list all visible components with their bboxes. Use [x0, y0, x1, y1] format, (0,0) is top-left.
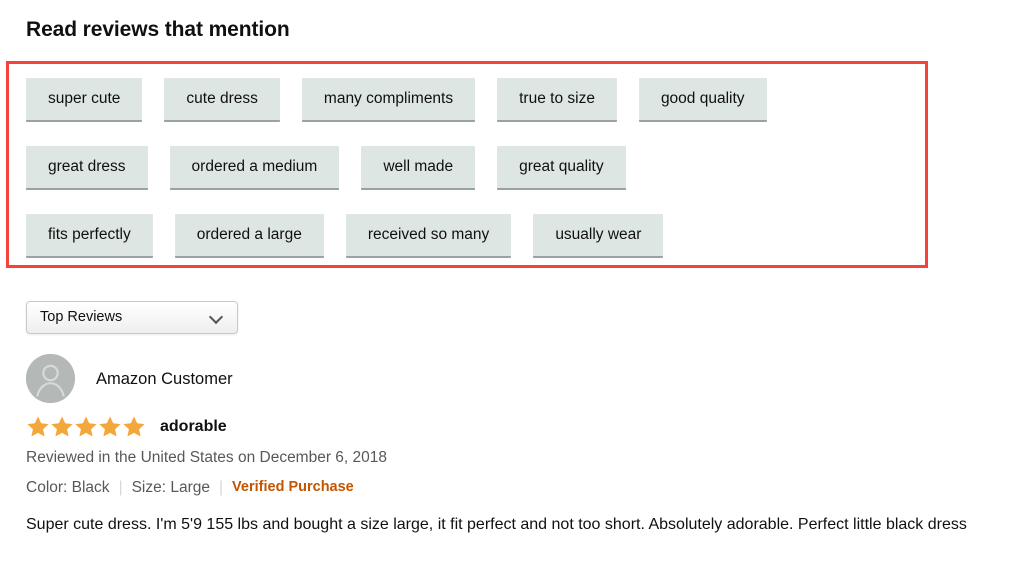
lexicon-tag-cute-dress[interactable]: cute dress: [164, 78, 280, 122]
tag-row: fits perfectly ordered a large received …: [26, 214, 916, 258]
star-icon-5: [123, 416, 145, 437]
user-avatar-icon: [26, 354, 75, 403]
star-icon-1: [27, 416, 49, 437]
review-date: Reviewed in the United States on Decembe…: [26, 449, 388, 466]
lexicon-tag-many-compliments[interactable]: many compliments: [301, 78, 476, 122]
tag-row: great dress ordered a medium well made g…: [26, 146, 916, 190]
tag-row: super cute cute dress many compliments t…: [26, 78, 916, 122]
star-icon-3: [75, 416, 97, 437]
verified-purchase-badge[interactable]: Verified Purchase: [232, 477, 354, 498]
reviews-section: Read reviews that mention super cute cut…: [0, 0, 1025, 571]
review-color-attribute[interactable]: Color: Black: [26, 477, 110, 498]
lexicon-tag-great-dress[interactable]: great dress: [26, 146, 148, 190]
lexicon-tag-received-so-many[interactable]: received so many: [345, 214, 512, 258]
lexicon-tag-usually-wear[interactable]: usually wear: [533, 214, 664, 258]
review-title[interactable]: adorable: [160, 417, 227, 437]
star-icon-2: [51, 416, 73, 437]
page-title: Read reviews that mention: [26, 18, 290, 41]
reviewer-row: Amazon Customer: [26, 354, 233, 403]
review-rating-row: adorable: [26, 415, 227, 438]
lexicon-tag-fits-perfectly[interactable]: fits perfectly: [26, 214, 153, 258]
lexicon-tag-ordered-a-large[interactable]: ordered a large: [174, 214, 324, 258]
lexicon-tag-super-cute[interactable]: super cute: [26, 78, 143, 122]
sort-reviews-dropdown[interactable]: Top Reviews: [26, 301, 238, 334]
review-attributes: Color: Black | Size: Large | Verified Pu…: [26, 477, 354, 498]
lexicon-tag-list: super cute cute dress many compliments t…: [26, 78, 916, 258]
reviewer-name[interactable]: Amazon Customer: [96, 369, 233, 389]
sort-dropdown-value: Top Reviews: [40, 309, 123, 325]
chevron-down-icon: [210, 311, 223, 324]
lexicon-tag-well-made[interactable]: well made: [361, 146, 476, 190]
lexicon-tag-true-to-size[interactable]: true to size: [497, 78, 617, 122]
star-icon-4: [99, 416, 121, 437]
attribute-separator: |: [118, 479, 123, 496]
attribute-separator: |: [219, 479, 224, 496]
lexicon-tag-good-quality[interactable]: good quality: [638, 78, 767, 122]
star-rating[interactable]: [26, 415, 146, 438]
lexicon-tag-great-quality[interactable]: great quality: [497, 146, 626, 190]
lexicon-tag-ordered-a-medium[interactable]: ordered a medium: [169, 146, 340, 190]
review-body-text: Super cute dress. I'm 5'9 155 lbs and bo…: [26, 516, 967, 533]
review-size-attribute[interactable]: Size: Large: [132, 477, 210, 498]
